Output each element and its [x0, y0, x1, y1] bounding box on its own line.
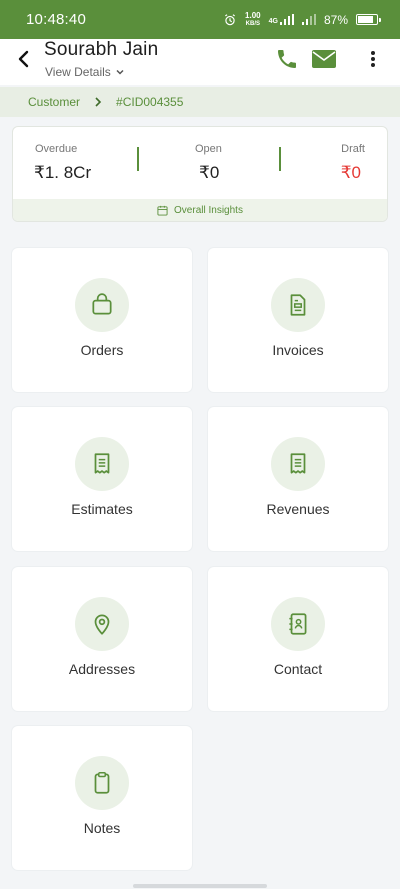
receipt-icon: [290, 453, 306, 474]
estimates-label: Estimates: [71, 501, 133, 517]
shopping-bag-icon: [92, 293, 112, 315]
estimates-icon-circle: [75, 437, 129, 491]
net-speed-unit: KB/S: [245, 20, 260, 27]
open-label: Open: [195, 143, 222, 155]
alarm-icon: [225, 13, 236, 25]
overall-insights-button[interactable]: Overall Insights: [13, 199, 387, 221]
view-details-toggle[interactable]: View Details: [45, 65, 125, 79]
view-details-label: View Details: [45, 65, 111, 79]
home-indicator[interactable]: [133, 884, 267, 888]
location-pin-icon: [94, 614, 110, 635]
breadcrumb-customer[interactable]: Customer: [28, 95, 80, 109]
invoices-tile[interactable]: Invoices: [208, 248, 388, 392]
notes-label: Notes: [83, 820, 121, 836]
notes-icon-circle: [75, 756, 129, 810]
draft-value: ₹0: [340, 163, 361, 182]
status-time: 10:48:40: [26, 11, 86, 28]
receipt-icon: [94, 453, 110, 474]
clipboard-icon: [94, 771, 110, 794]
back-arrow-icon[interactable]: [12, 47, 36, 71]
breadcrumb-current: #CID004355: [116, 95, 184, 109]
invoices-icon-circle: [271, 278, 325, 332]
revenues-icon-circle: [271, 437, 325, 491]
overall-insights-label: Overall Insights: [174, 204, 243, 216]
orders-tile[interactable]: Orders: [12, 248, 192, 392]
open-value: ₹0: [199, 163, 220, 182]
battery-icon: [356, 14, 381, 25]
breadcrumb: Customer #CID004355: [0, 87, 400, 117]
contact-icon-circle: [271, 597, 325, 651]
chevron-right-icon: [95, 97, 102, 107]
status-bar: 10:48:40 1.00 KB/S 4G 87%: [0, 0, 400, 39]
revenues-tile[interactable]: Revenues: [208, 407, 388, 551]
summary-divider: [279, 147, 281, 171]
more-vert-icon[interactable]: [364, 48, 382, 70]
signal-icon: 4G: [269, 14, 294, 25]
estimates-tile[interactable]: Estimates: [12, 407, 192, 551]
contact-book-icon: [289, 613, 307, 635]
net-speed: 1.00 KB/S: [245, 10, 261, 28]
status-icons: 1.00 KB/S 4G 87%: [223, 10, 381, 28]
revenues-label: Revenues: [266, 501, 330, 517]
addresses-label: Addresses: [68, 661, 136, 677]
battery-percent: 87%: [323, 12, 348, 27]
addresses-icon-circle: [75, 597, 129, 651]
notes-tile[interactable]: Notes: [12, 726, 192, 870]
contact-label: Contact: [273, 661, 323, 677]
summary-card: Overdue ₹1. 8Cr Open ₹0 Draft ₹0 Overall…: [12, 126, 388, 222]
addresses-tile[interactable]: Addresses: [12, 567, 192, 711]
network-type: 4G: [268, 18, 278, 25]
net-speed-value: 1.00: [245, 10, 261, 20]
summary-divider: [137, 147, 139, 171]
calendar-icon: [157, 205, 168, 216]
mail-icon[interactable]: [311, 48, 337, 70]
orders-label: Orders: [80, 342, 124, 358]
overdue-value: ₹1. 8Cr: [34, 163, 92, 182]
phone-icon[interactable]: [275, 47, 299, 71]
draft-label: Draft: [341, 143, 365, 155]
app-bar: Sourabh Jain View Details: [0, 39, 400, 85]
chevron-down-icon: [116, 69, 124, 75]
contact-tile[interactable]: Contact: [208, 567, 388, 711]
customer-name: Sourabh Jain: [44, 39, 159, 60]
orders-icon-circle: [75, 278, 129, 332]
overdue-label: Overdue: [35, 143, 78, 155]
document-icon: [290, 294, 306, 316]
signal-2-icon: [301, 14, 316, 25]
invoices-label: Invoices: [272, 342, 324, 358]
